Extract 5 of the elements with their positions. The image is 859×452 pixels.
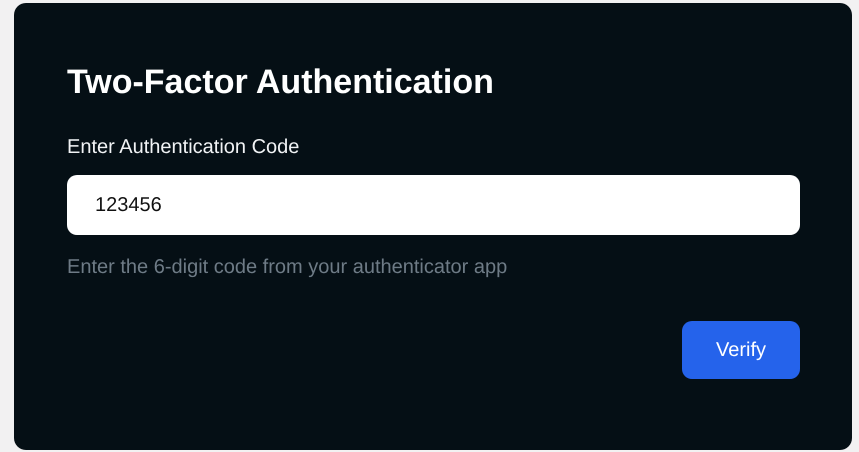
dialog-title: Two-Factor Authentication [67, 62, 495, 103]
field-label: Enter Authentication Code [67, 135, 300, 160]
hint-text: Enter the 6-digit code from your authenticator app [67, 255, 508, 280]
code-input-field[interactable]: 123456 [67, 175, 800, 235]
verify-button[interactable]: Verify [682, 321, 800, 379]
